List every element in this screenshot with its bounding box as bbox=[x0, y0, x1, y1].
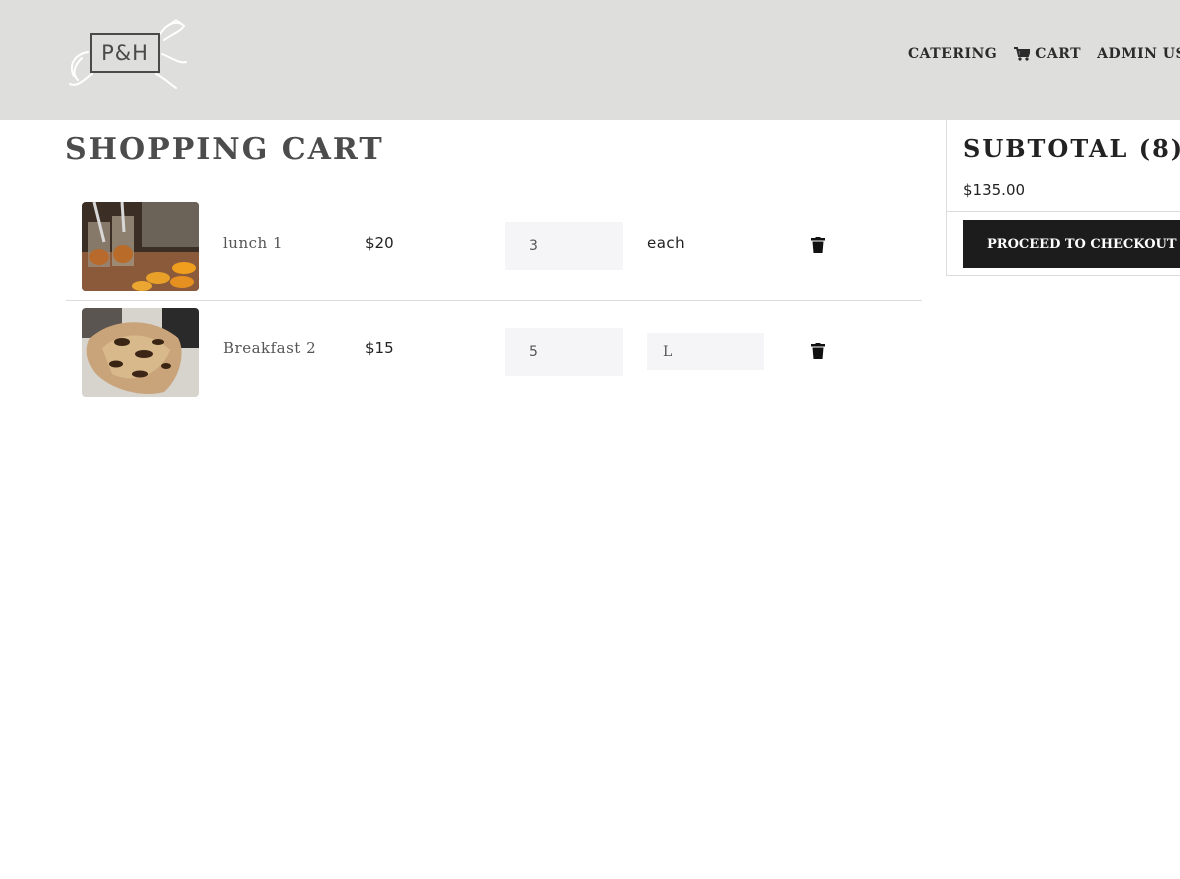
quantity-input[interactable] bbox=[505, 328, 623, 376]
site-header: P&H CATERING CART ADMIN USE bbox=[0, 0, 1180, 120]
nav-admin-user[interactable]: ADMIN USE bbox=[1097, 46, 1180, 62]
item-price: $15 bbox=[365, 339, 394, 357]
quantity-input[interactable] bbox=[505, 222, 623, 270]
subtotal-title: SUBTOTAL (8) IT bbox=[963, 134, 1180, 163]
trash-icon[interactable] bbox=[811, 343, 825, 359]
logo[interactable]: P&H bbox=[64, 14, 188, 94]
subtotal-amount: $135.00 bbox=[963, 181, 1026, 199]
nav-admin-label: ADMIN USE bbox=[1097, 46, 1180, 62]
main-nav: CATERING CART ADMIN USE bbox=[908, 43, 1180, 65]
item-name[interactable]: Breakfast 2 bbox=[223, 339, 316, 357]
nav-catering-label: CATERING bbox=[908, 46, 998, 62]
page-title: SHOPPING CART bbox=[65, 132, 384, 167]
nav-catering[interactable]: CATERING bbox=[908, 46, 997, 62]
nav-cart[interactable]: CART bbox=[1014, 46, 1081, 62]
size-input[interactable] bbox=[647, 333, 764, 370]
subtotal-panel: SUBTOTAL (8) IT $135.00 PROCEED TO CHECK… bbox=[946, 120, 1180, 276]
divider bbox=[947, 211, 1180, 212]
product-image bbox=[82, 308, 199, 397]
cart-icon bbox=[1014, 47, 1031, 61]
logo-text: P&H bbox=[90, 33, 160, 73]
product-image bbox=[82, 202, 199, 291]
proceed-to-checkout-button[interactable]: PROCEED TO CHECKOUT bbox=[963, 220, 1180, 268]
item-name[interactable]: lunch 1 bbox=[223, 234, 283, 252]
item-price: $20 bbox=[365, 234, 394, 252]
nav-cart-label: CART bbox=[1035, 46, 1082, 62]
cart-row: Breakfast 2 $15 bbox=[66, 301, 922, 405]
trash-icon[interactable] bbox=[811, 237, 825, 253]
cart-row: lunch 1 $20 each bbox=[66, 196, 922, 301]
item-size: each bbox=[647, 234, 686, 252]
